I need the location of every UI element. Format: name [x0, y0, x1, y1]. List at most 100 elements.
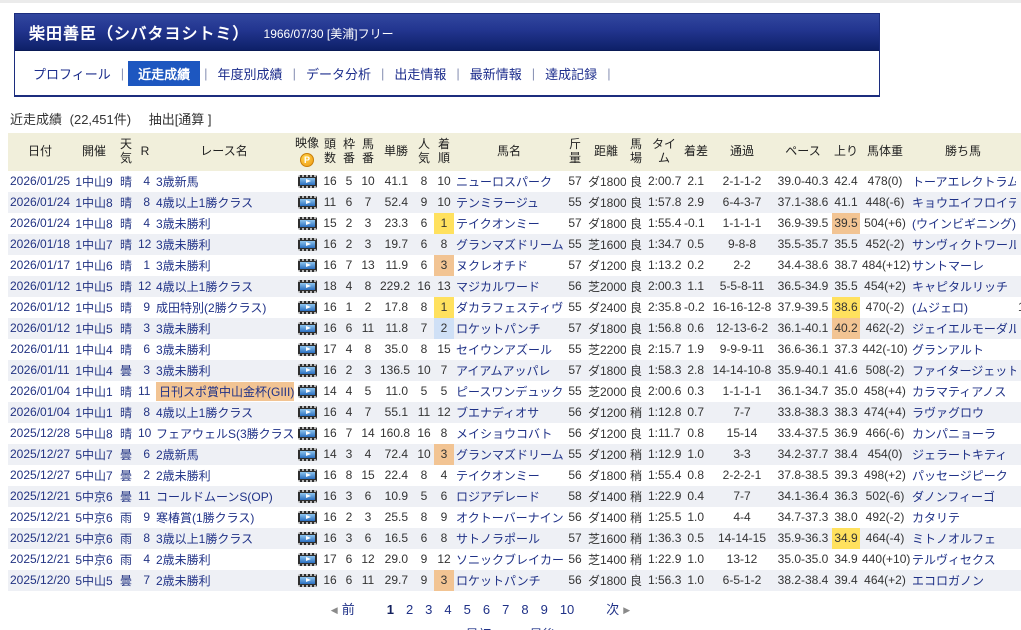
race-name-link[interactable]: 2歳未勝利	[156, 574, 211, 588]
winner-name-link[interactable]: ダノンフィーゴ	[912, 490, 995, 504]
winner-name-link[interactable]: ファイタージェット	[912, 364, 1016, 378]
video-icon[interactable]	[297, 258, 317, 272]
winner-name-link[interactable]: キャピタルリッチ	[912, 280, 1008, 294]
cell-margin: 2.8	[687, 363, 704, 378]
horse-name-link[interactable]: ソニックブレイカー	[456, 553, 564, 567]
race-name-link[interactable]: 4歳以上1勝クラス	[156, 406, 253, 420]
video-icon[interactable]	[297, 279, 317, 293]
horse-name-link[interactable]: ヌクレオチド	[456, 259, 528, 273]
winner-name-link[interactable]: ラヴァグロウ	[912, 406, 984, 420]
horse-name-link[interactable]: セイウンアズール	[456, 343, 552, 357]
winner-name-link[interactable]: ジェラートキティ	[912, 448, 1007, 462]
winner-name-link[interactable]: カラマティアノス	[912, 385, 1006, 399]
horse-name-link[interactable]: ピースワンデュック	[456, 385, 563, 399]
horse-name-link[interactable]: サトノラポール	[456, 532, 540, 546]
horse-name-link[interactable]: グランマズドリーム	[456, 238, 564, 252]
horse-name-link[interactable]: マジカルワード	[456, 280, 540, 294]
video-icon[interactable]	[297, 363, 317, 377]
winner-name-link[interactable]: (ムジェロ)	[912, 301, 968, 315]
tab-race-entries[interactable]: 出走情報	[388, 61, 452, 86]
winner-name-link[interactable]: グランアルト	[912, 343, 984, 357]
race-name-link[interactable]: 4歳以上1勝クラス	[156, 196, 253, 210]
horse-name-link[interactable]: ダカラフェスティヴ	[456, 301, 563, 315]
video-icon[interactable]	[297, 342, 317, 356]
pagination-page-9[interactable]: 9	[541, 602, 548, 617]
winner-name-link[interactable]: ミトノオルフェ	[912, 532, 996, 546]
video-icon[interactable]	[297, 552, 317, 566]
horse-name-link[interactable]: メイショウコバト	[456, 427, 552, 441]
race-name-link[interactable]: 4歳以上1勝クラス	[156, 280, 253, 294]
horse-name-link[interactable]: ロケットパンチ	[456, 574, 541, 588]
race-name-link[interactable]: フェアウェルS(3勝クラス)	[156, 427, 294, 441]
video-icon[interactable]	[297, 216, 317, 230]
cell-kinryo: 56	[568, 405, 582, 420]
horse-name-link[interactable]: アイアムアッパレ	[456, 364, 551, 378]
winner-name-link[interactable]: テルヴィセクス	[912, 553, 996, 567]
pagination-page-10[interactable]: 10	[560, 602, 574, 617]
video-icon[interactable]	[297, 531, 317, 545]
winner-name-link[interactable]: サンヴィクトワール	[912, 238, 1016, 252]
video-icon[interactable]	[297, 321, 317, 335]
video-icon[interactable]	[297, 195, 317, 209]
winner-name-link[interactable]: カンパニョーラ	[912, 427, 996, 441]
winner-name-link[interactable]: カタリテ	[912, 511, 960, 525]
video-icon[interactable]	[297, 174, 317, 188]
race-name-link[interactable]: 3歳新馬	[156, 175, 199, 189]
pagination-page-8[interactable]: 8	[521, 602, 528, 617]
pagination-page-7[interactable]: 7	[502, 602, 509, 617]
race-name-link[interactable]: 成田特別(2勝クラス)	[156, 301, 266, 315]
video-icon[interactable]	[297, 426, 317, 440]
pagination-prev[interactable]: 前	[342, 602, 355, 617]
tab-profile[interactable]: プロフィール	[27, 61, 117, 86]
pagination-next[interactable]: 次	[606, 602, 619, 617]
horse-name-link[interactable]: テイクオンミー	[456, 217, 540, 231]
race-name-link[interactable]: 3歳未勝利	[156, 364, 211, 378]
horse-name-link[interactable]: ニューロスパーク	[456, 175, 552, 189]
video-icon[interactable]	[297, 237, 317, 251]
horse-name-link[interactable]: オクトーバーナイン	[456, 511, 564, 525]
video-icon[interactable]	[297, 384, 317, 398]
race-name-link[interactable]: 3歳以上1勝クラス	[156, 532, 253, 546]
winner-name-link[interactable]: キョウエイフロイデ	[912, 196, 1016, 210]
video-icon[interactable]	[297, 573, 317, 587]
video-icon[interactable]	[297, 468, 317, 482]
race-name-link[interactable]: 2歳未勝利	[156, 469, 211, 483]
winner-name-link[interactable]: パッセージピーク	[912, 469, 1008, 483]
video-icon[interactable]	[297, 489, 317, 503]
pagination-page-5[interactable]: 5	[464, 602, 471, 617]
horse-name-link[interactable]: ロジアデレード	[456, 490, 540, 504]
race-name-link[interactable]: コールドムーンS(OP)	[156, 490, 273, 504]
race-name-link[interactable]: 3歳未勝利	[156, 217, 211, 231]
tab-achievements[interactable]: 達成記録	[539, 61, 603, 86]
winner-name-link[interactable]: ジェイエルモーダル	[912, 322, 1016, 336]
tab-data-analysis[interactable]: データ分析	[300, 61, 377, 86]
video-icon[interactable]	[297, 447, 317, 461]
video-icon[interactable]	[297, 405, 317, 419]
race-name-link[interactable]: 3歳未勝利	[156, 259, 211, 273]
race-name-link[interactable]: 2歳新馬	[156, 448, 199, 462]
race-name-link[interactable]: 3歳未勝利	[156, 322, 211, 336]
horse-name-link[interactable]: グランマズドリーム	[456, 448, 564, 462]
tab-latest-news[interactable]: 最新情報	[464, 61, 528, 86]
winner-name-link[interactable]: サントマーレ	[912, 259, 984, 273]
pagination-page-2[interactable]: 2	[406, 602, 413, 617]
pagination-page-3[interactable]: 3	[425, 602, 432, 617]
horse-name-link[interactable]: テイクオンミー	[456, 469, 540, 483]
winner-name-link[interactable]: (ウインビギニング)	[912, 217, 1016, 231]
tab-yearly-results[interactable]: 年度別成績	[212, 61, 289, 86]
race-name-link[interactable]: 2歳未勝利	[156, 553, 211, 567]
tab-recent-results[interactable]: 近走成績	[128, 61, 201, 86]
race-name-link[interactable]: 寒椿賞(1勝クラス)	[156, 511, 254, 525]
horse-name-link[interactable]: ロケットパンチ	[456, 322, 541, 336]
video-icon[interactable]	[297, 300, 317, 314]
race-name-link[interactable]: 日刊スポ賞中山金杯(GIII)	[156, 381, 294, 401]
pagination-page-6[interactable]: 6	[483, 602, 490, 617]
horse-name-link[interactable]: ブエナディオサ	[456, 406, 539, 420]
video-icon[interactable]	[297, 510, 317, 524]
race-name-link[interactable]: 3歳未勝利	[156, 343, 211, 357]
winner-name-link[interactable]: エコロガノン	[912, 574, 984, 588]
winner-name-link[interactable]: トーアエレクトラム	[912, 175, 1016, 189]
race-name-link[interactable]: 3歳未勝利	[156, 238, 211, 252]
horse-name-link[interactable]: テンミラージュ	[456, 196, 539, 210]
pagination-page-4[interactable]: 4	[444, 602, 451, 617]
